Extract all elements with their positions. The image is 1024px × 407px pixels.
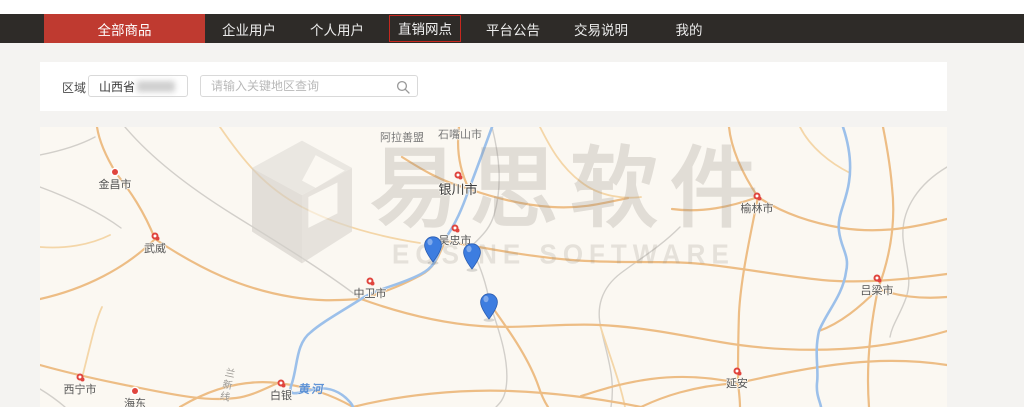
region-search-input[interactable]: [201, 76, 417, 96]
region-select-value: 山西省: [99, 78, 135, 95]
redacted-text-blur: [137, 81, 175, 92]
magnifier-icon[interactable]: [396, 80, 410, 94]
blue-location-pin-1[interactable]: [423, 236, 443, 266]
nav-tab-label: 全部商品: [98, 19, 152, 39]
nav-tab-6[interactable]: 交易说明: [557, 14, 645, 43]
page: 全部商品 企业用户 个人用户 直销网点 平台公告 交易说明 我的 区域 : 山西省: [0, 0, 1024, 407]
blue-location-pin-2[interactable]: [462, 243, 482, 273]
main-nav: 全部商品 企业用户 个人用户 直销网点 平台公告 交易说明 我的: [0, 14, 1024, 43]
map-canvas[interactable]: 易思软件 EOSINE SOFTWARE 阿拉善盟石嘴山市银川市吴忠市中卫市金昌…: [40, 127, 947, 407]
nav-tab-5[interactable]: 平台公告: [469, 14, 557, 43]
nav-tab-label: 直销网点: [389, 15, 461, 42]
nav-tab-1[interactable]: 全部商品: [44, 14, 205, 43]
search-box: [200, 75, 418, 97]
map-roads-layer: [40, 127, 947, 407]
nav-tab-label: 个人用户: [310, 19, 364, 39]
nav-tab-label: 交易说明: [574, 19, 628, 39]
region-select[interactable]: 山西省: [88, 75, 188, 97]
filter-panel: 区域 : 山西省: [40, 62, 947, 111]
nav-tab-2[interactable]: 企业用户: [205, 14, 293, 43]
nav-tab-label: 平台公告: [486, 19, 540, 39]
nav-tab-7[interactable]: 我的: [645, 14, 733, 43]
nav-tab-3[interactable]: 个人用户: [293, 14, 381, 43]
nav-tab-label: 我的: [676, 19, 703, 39]
nav-tab-label: 企业用户: [222, 19, 276, 39]
top-white-strip: [0, 0, 1024, 14]
nav-tab-4[interactable]: 直销网点: [381, 14, 469, 43]
blue-location-pin-3[interactable]: [479, 293, 499, 323]
